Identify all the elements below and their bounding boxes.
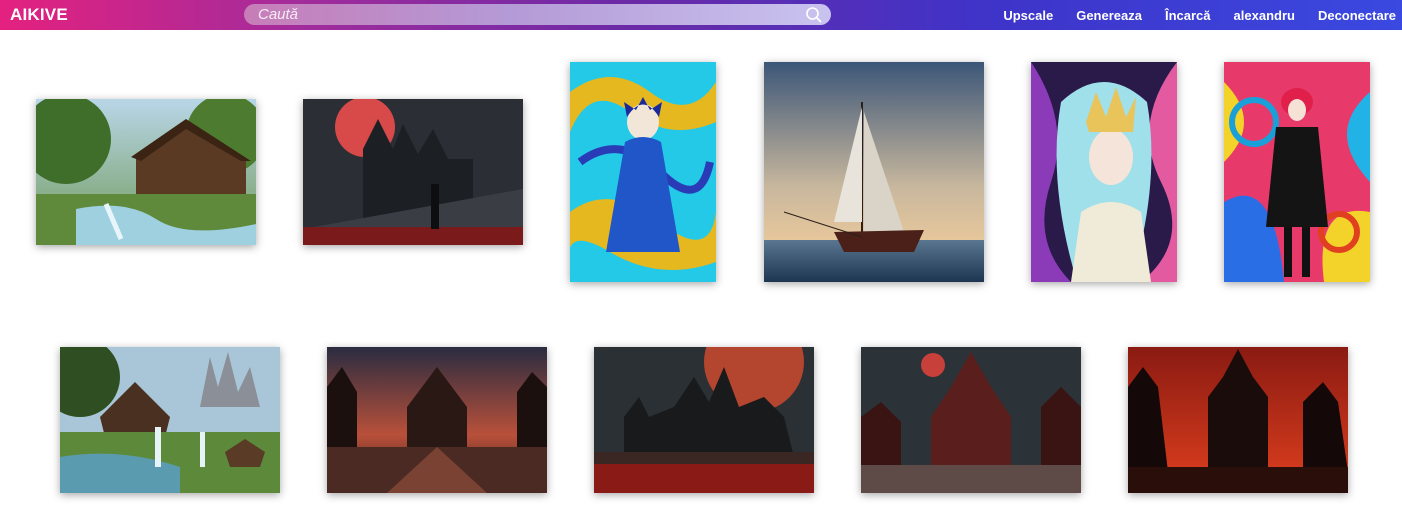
gallery-image-red-moon-castle-picture bbox=[594, 347, 814, 493]
gallery-image-psychedelic-girl-picture bbox=[1224, 62, 1370, 282]
search-bar bbox=[244, 4, 831, 25]
nav-incarca[interactable]: Încarcă bbox=[1165, 8, 1211, 23]
nav-genereaza[interactable]: Genereaza bbox=[1076, 8, 1142, 23]
gallery-image-valley-cottage-picture bbox=[60, 347, 280, 493]
gallery-image-forest-cabin-picture bbox=[36, 99, 256, 245]
gallery-image-red-sky-palace-picture bbox=[1128, 347, 1348, 493]
gallery-image-sailboat[interactable] bbox=[764, 62, 984, 282]
gallery-image-swirl-anime-girl[interactable] bbox=[570, 62, 716, 282]
gallery-image-valley-cottage[interactable] bbox=[60, 347, 280, 493]
gallery-image-psychedelic-girl[interactable] bbox=[1224, 62, 1370, 282]
gallery-image-crimson-cathedral-picture bbox=[861, 347, 1081, 493]
top-navbar: AIKIVE Upscale Genereaza Încarcă alexand… bbox=[0, 0, 1402, 30]
gallery-image-blood-moon-castle[interactable] bbox=[303, 99, 523, 245]
gallery-image-sailboat-picture bbox=[764, 62, 984, 282]
nav-logout[interactable]: Deconectare bbox=[1318, 8, 1396, 23]
nav-upscale[interactable]: Upscale bbox=[1003, 8, 1053, 23]
gallery-image-blood-moon-castle-picture bbox=[303, 99, 523, 245]
gallery-image-crowned-goddess-picture bbox=[1031, 62, 1177, 282]
search-input[interactable] bbox=[244, 4, 831, 25]
gallery-image-red-sky-palace[interactable] bbox=[1128, 347, 1348, 493]
search-icon[interactable] bbox=[805, 6, 823, 24]
main-nav: Upscale Genereaza Încarcă alexandru Deco… bbox=[980, 0, 1396, 30]
gallery-image-crowned-goddess[interactable] bbox=[1031, 62, 1177, 282]
site-logo[interactable]: AIKIVE bbox=[10, 5, 68, 25]
gallery-image-gothic-cathedral-dusk-picture bbox=[327, 347, 547, 493]
nav-user-profile[interactable]: alexandru bbox=[1234, 8, 1295, 23]
gallery-image-gothic-cathedral-dusk[interactable] bbox=[327, 347, 547, 493]
gallery-image-swirl-anime-girl-picture bbox=[570, 62, 716, 282]
gallery-image-crimson-cathedral[interactable] bbox=[861, 347, 1081, 493]
gallery-image-forest-cabin[interactable] bbox=[36, 99, 256, 245]
gallery-image-red-moon-castle[interactable] bbox=[594, 347, 814, 493]
